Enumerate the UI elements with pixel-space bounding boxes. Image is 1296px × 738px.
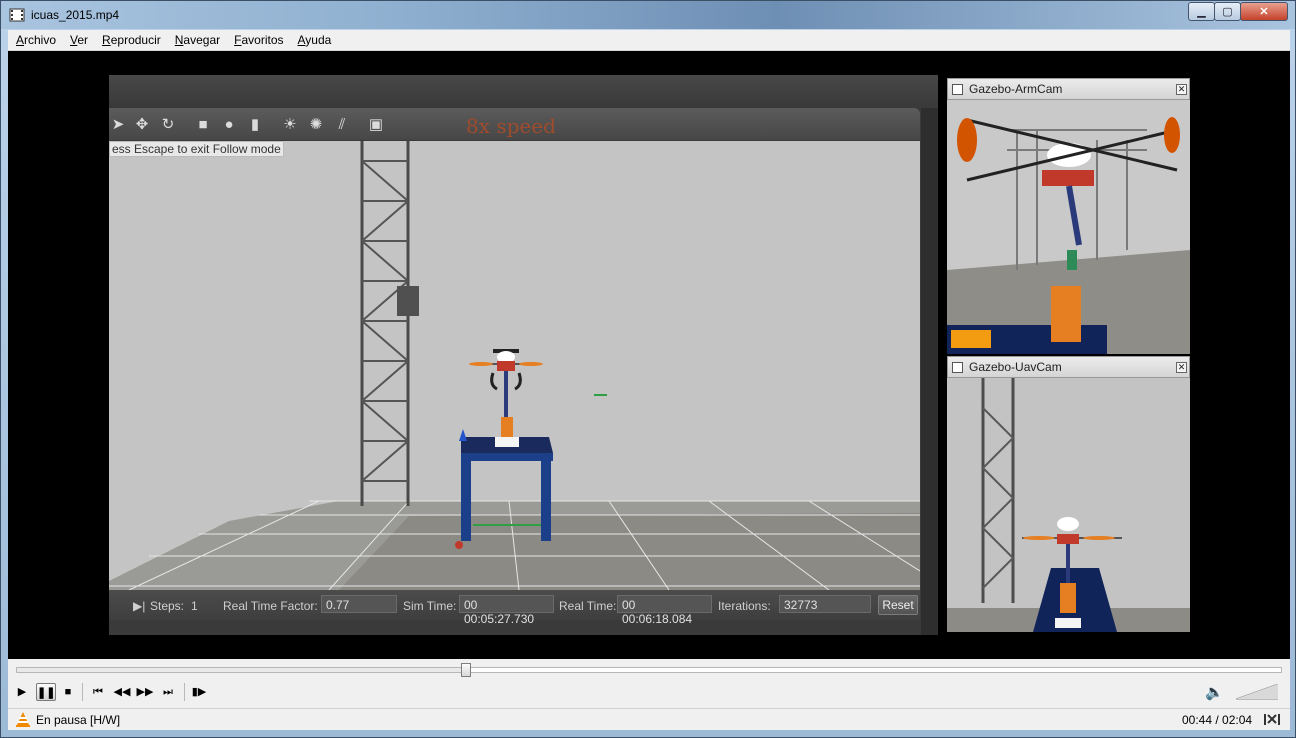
speaker-icon[interactable]: 🔈	[1205, 683, 1224, 701]
rtf-value: 0.77	[321, 595, 397, 613]
volume-slider[interactable]	[1236, 684, 1278, 700]
point-light-icon[interactable]: ☀	[281, 116, 299, 134]
select-arrow-icon[interactable]: ➤	[109, 116, 127, 134]
minimize-button[interactable]: ▁	[1188, 2, 1215, 21]
menu-item[interactable]: Ayuda	[298, 33, 332, 47]
pause-button[interactable]: ❚❚	[36, 683, 56, 701]
window-icon	[952, 83, 963, 95]
iterations-value: 32773	[779, 595, 871, 613]
sim-time-value: 00 00:05:27.730	[459, 595, 554, 626]
real-time-label: Real Time:	[559, 599, 617, 613]
film-icon	[9, 8, 25, 22]
menu-item-label: yuda	[305, 33, 332, 47]
menu-item[interactable]: Ver	[70, 33, 88, 47]
rtf-label: Real Time Factor:	[223, 599, 318, 613]
gazebo-status-bar: ▶| Steps: 1 Real Time Factor: 0.77 Sim T…	[109, 590, 920, 626]
gazebo-window: ➤ ✥ ↻ ■ ● ▮ ☀ ✺ ⫽ ▣ 8x speed ess Escape …	[109, 75, 938, 635]
close-button[interactable]: ✕	[1240, 2, 1288, 21]
menu-item-label: avegar	[183, 33, 221, 47]
gazebo-splitter[interactable]	[921, 108, 938, 635]
sim-time-label: Sim Time:	[403, 599, 457, 613]
reset-button[interactable]: Reset	[878, 595, 918, 615]
forward-button[interactable]: ▶▶	[135, 683, 155, 701]
directional-light-icon[interactable]: ⫽	[333, 116, 351, 134]
vlc-cone-icon	[16, 712, 30, 727]
seek-fill	[17, 668, 466, 672]
next-button[interactable]: ⏭	[158, 683, 178, 701]
close-icon[interactable]: ✕	[1176, 83, 1187, 95]
menu-item-label: rchivo	[24, 33, 57, 47]
window-title: icuas_2015.mp4	[31, 8, 120, 22]
close-icon[interactable]: ✕	[1176, 361, 1187, 373]
menu-item-mnemonic: A	[16, 33, 25, 47]
menu-item-label: eproducir	[110, 33, 161, 47]
uavcam-panel: Gazebo-UavCam ✕	[947, 356, 1190, 632]
status-bar: En pausa [H/W] 00:44 / 02:04	[8, 708, 1290, 730]
iterations-label: Iterations:	[718, 599, 771, 613]
armcam-view	[947, 100, 1190, 354]
spot-light-icon[interactable]: ✺	[307, 116, 325, 134]
extended-settings-icon[interactable]	[1263, 712, 1281, 727]
menu-item-mnemonic: R	[102, 33, 111, 47]
uavcam-title: Gazebo-UavCam	[969, 360, 1062, 374]
frame-step-button[interactable]: ▮▶	[189, 683, 209, 701]
playback-status: En pausa [H/W]	[36, 713, 121, 727]
gazebo-scene-view[interactable]: ess Escape to exit Follow mode	[109, 141, 920, 590]
steps-value[interactable]: 1	[191, 599, 198, 613]
play-button[interactable]: ▶	[12, 683, 32, 701]
real-time-value: 00 00:06:18.084	[617, 595, 712, 626]
menu-item[interactable]: Favoritos	[234, 33, 283, 47]
screenshot-icon[interactable]: ▣	[367, 116, 385, 134]
seek-bar[interactable]	[16, 663, 1282, 677]
maximize-button[interactable]: ▢	[1214, 2, 1241, 21]
menu-item[interactable]: Archivo	[16, 33, 56, 47]
seek-thumb[interactable]	[460, 663, 471, 677]
playback-controls: ▶ ❚❚ ■ ⏮ ◀◀ ▶▶ ⏭ ▮▶ 🔈	[8, 659, 1290, 708]
box-icon[interactable]: ■	[194, 116, 212, 134]
follow-mode-hint: ess Escape to exit Follow mode	[109, 141, 284, 157]
menu-item[interactable]: Navegar	[175, 33, 220, 47]
separator	[184, 683, 185, 701]
previous-button[interactable]: ⏮	[88, 683, 108, 701]
gazebo-header	[109, 75, 938, 105]
armcam-header: Gazebo-ArmCam ✕	[947, 78, 1190, 100]
menu-item[interactable]: Reproducir	[102, 33, 161, 47]
menu-item-label: er	[77, 33, 89, 47]
armcam-panel: Gazebo-ArmCam ✕	[947, 78, 1190, 354]
player-window: icuas_2015.mp4 ▁ ▢ ✕ Archivo Ver Reproduci…	[0, 0, 1296, 738]
armcam-title: Gazebo-ArmCam	[969, 82, 1063, 96]
rotate-icon[interactable]: ↻	[159, 116, 177, 134]
sphere-icon[interactable]: ●	[220, 116, 238, 134]
translate-icon[interactable]: ✥	[133, 116, 151, 134]
scene-render	[109, 141, 920, 590]
armcam-render	[947, 100, 1190, 354]
separator	[82, 683, 83, 701]
time-display[interactable]: 00:44 / 02:04	[1182, 713, 1252, 727]
window-icon	[952, 361, 963, 373]
menu-bar: Archivo Ver Reproducir Navegar Favoritos Ayud…	[8, 30, 1290, 51]
uavcam-view	[947, 378, 1190, 632]
stop-button[interactable]: ■	[58, 683, 78, 701]
steps-label: Steps:	[150, 599, 185, 613]
rewind-button[interactable]: ◀◀	[112, 683, 132, 701]
cylinder-icon[interactable]: ▮	[246, 116, 264, 134]
uavcam-render	[947, 378, 1190, 632]
menu-item-label: avoritos	[241, 33, 284, 47]
title-bar[interactable]: icuas_2015.mp4 ▁ ▢ ✕	[1, 1, 1295, 29]
video-area[interactable]: ➤ ✥ ↻ ■ ● ▮ ☀ ✺ ⫽ ▣ 8x speed ess Escape …	[8, 51, 1290, 659]
speed-overlay: 8x speed	[466, 114, 556, 138]
play-step-icon[interactable]: ▶|	[133, 599, 145, 613]
uavcam-header: Gazebo-UavCam ✕	[947, 356, 1190, 378]
